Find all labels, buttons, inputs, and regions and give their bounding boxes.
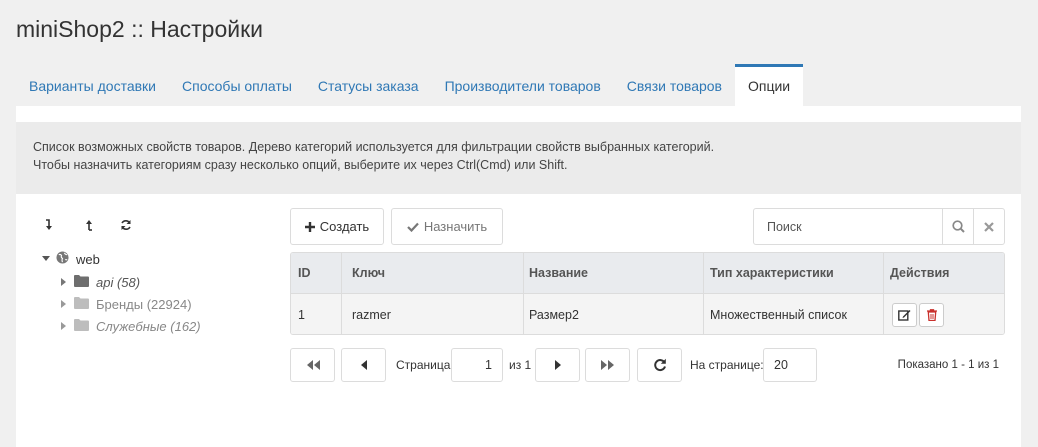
expand-icon[interactable] [39,216,59,234]
tab-payment[interactable]: Способы оплаты [169,64,305,106]
column-header[interactable]: Название [524,253,704,293]
plus-icon [304,221,315,232]
per-page-input[interactable] [763,348,817,382]
check-icon [407,222,419,232]
caret-right-icon[interactable] [58,300,70,308]
create-button-label: Создать [319,219,370,234]
grid-header: ID Ключ Название Тип характеристики Дейс… [291,253,1004,294]
page-title: miniShop2 :: Настройки [16,16,264,42]
tree-node-label: api (58) [96,274,141,290]
search-input[interactable] [754,209,943,244]
column-header[interactable]: Тип характеристики [704,253,884,293]
assign-button-label: Назначить [423,219,488,234]
tree-node-label: Бренды (22924) [96,296,192,312]
next-page-button[interactable] [535,348,580,382]
options-grid: ID Ключ Название Тип характеристики Дейс… [290,252,1005,335]
tab-vendors[interactable]: Производители товаров [432,64,614,106]
page-number-input[interactable] [451,348,503,382]
prev-page-button[interactable] [341,348,386,382]
cell-actions [884,294,1004,334]
settings-tabs: Варианты доставки Способы оплаты Статусы… [16,64,804,106]
last-page-button[interactable] [585,348,630,382]
tab-links[interactable]: Связи товаров [614,64,735,106]
records-shown-label: Показано 1 - 1 из 1 [897,359,999,371]
column-header[interactable]: Ключ [342,253,524,293]
tree-node-service[interactable]: Служебные (162) [58,316,201,336]
info-line-2: Чтобы назначить категориям сразу несколь… [33,158,568,172]
globe-icon [56,251,69,267]
caret-right-icon[interactable] [58,278,70,286]
create-button[interactable]: Создать [290,208,384,245]
cell-name: Размер2 [524,294,704,334]
page-count-label: из 1 [509,358,532,372]
tree-node-api[interactable]: api (58) [58,272,140,292]
folder-icon [74,296,89,312]
first-page-button[interactable] [290,348,335,382]
refresh-icon[interactable] [116,216,136,234]
tree-root-label: web [76,251,100,267]
cell-type: Множественный список [704,294,884,334]
caret-right-icon[interactable] [58,322,70,330]
tree-node-root[interactable]: web [40,249,100,269]
info-line-1: Список возможных свойств товаров. Дерево… [33,140,715,154]
assign-button[interactable]: Назначить [391,208,503,245]
page-label: Страница [396,358,451,372]
collapse-icon[interactable] [79,216,99,234]
tab-options[interactable]: Опции [735,64,804,106]
cell-key: razmer [342,294,524,334]
column-header[interactable]: ID [291,253,342,293]
close-icon[interactable] [973,209,1004,244]
folder-icon [74,318,89,334]
search-icon[interactable] [942,209,973,244]
trash-icon[interactable] [919,302,944,327]
tree-node-brands[interactable]: Бренды (22924) [58,294,192,314]
refresh-icon[interactable] [637,348,682,382]
folder-icon [74,274,89,290]
tab-delivery[interactable]: Варианты доставки [16,64,169,106]
options-panel: Список возможных свойств товаров. Дерево… [16,106,1021,447]
tab-order-statuses[interactable]: Статусы заказа [305,64,432,106]
info-box: Список возможных свойств товаров. Дерево… [16,122,1021,194]
search-box [753,208,1005,245]
cell-id: 1 [291,294,342,334]
caret-down-icon[interactable] [40,256,52,262]
edit-icon[interactable] [892,302,917,327]
per-page-label: На странице: [690,358,764,372]
table-row[interactable]: 1 razmer Размер2 Множественный список [291,294,1004,334]
column-header: Действия [890,266,950,280]
tree-node-label: Служебные (162) [96,318,201,334]
